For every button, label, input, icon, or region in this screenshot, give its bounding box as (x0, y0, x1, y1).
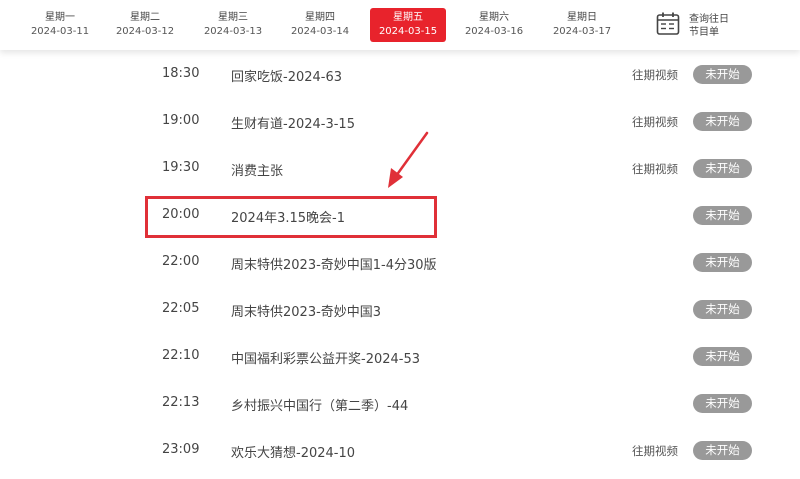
program-row: 19:00 生财有道-2024-3-15 往期视频 未开始 (0, 107, 800, 137)
tab-date-label: 2024-03-14 (290, 26, 350, 37)
replay-video-link[interactable]: 往期视频 (632, 443, 678, 459)
status-badge: 未开始 (693, 347, 752, 366)
program-time: 23:09 (162, 442, 200, 457)
program-time: 18:30 (162, 66, 200, 81)
program-time: 22:13 (162, 395, 200, 410)
program-row: 22:10 中国福利彩票公益开奖-2024-53 未开始 (0, 342, 800, 372)
tab-date-label: 2024-03-12 (115, 26, 175, 37)
status-badge: 未开始 (693, 394, 752, 413)
program-row: 19:30 消费主张 往期视频 未开始 (0, 154, 800, 184)
status-badge: 未开始 (693, 112, 752, 131)
program-title[interactable]: 周末特供2023-奇妙中国1-4分30版 (231, 254, 437, 273)
tab-tuesday[interactable]: 星期二 2024-03-12 (107, 8, 183, 42)
program-title[interactable]: 欢乐大猜想-2024-10 (231, 442, 355, 461)
tab-monday[interactable]: 星期一 2024-03-11 (22, 8, 98, 42)
tab-saturday[interactable]: 星期六 2024-03-16 (456, 8, 532, 42)
program-row: 22:05 周末特供2023-奇妙中国3 未开始 (0, 295, 800, 325)
tab-wednesday[interactable]: 星期三 2024-03-13 (195, 8, 271, 42)
status-badge: 未开始 (693, 65, 752, 84)
tab-thursday[interactable]: 星期四 2024-03-14 (282, 8, 358, 42)
program-time: 19:00 (162, 113, 200, 128)
calendar-link-line1: 查询往日 (689, 14, 729, 25)
tab-day-label: 星期三 (218, 12, 248, 23)
program-title[interactable]: 2024年3.15晚会-1 (231, 207, 345, 226)
status-badge: 未开始 (693, 441, 752, 460)
program-row: 20:00 2024年3.15晚会-1 未开始 (0, 201, 800, 231)
tab-date-label: 2024-03-13 (203, 26, 263, 37)
program-time: 19:30 (162, 160, 200, 175)
tab-friday[interactable]: 星期五 2024-03-15 (370, 8, 446, 42)
tab-day-label: 星期日 (567, 12, 597, 23)
calendar-link-line2: 节目单 (689, 27, 719, 38)
tab-date-label: 2024-03-17 (552, 26, 612, 37)
program-title[interactable]: 生财有道-2024-3-15 (231, 113, 355, 132)
replay-video-link[interactable]: 往期视频 (632, 161, 678, 177)
tab-day-label: 星期四 (305, 12, 335, 23)
program-row: 22:00 周末特供2023-奇妙中国1-4分30版 未开始 (0, 248, 800, 278)
tab-date-label: 2024-03-16 (464, 26, 524, 37)
program-row: 22:13 乡村振兴中国行（第二季）-44 未开始 (0, 389, 800, 419)
replay-video-link[interactable]: 往期视频 (632, 114, 678, 130)
program-time: 22:00 (162, 254, 200, 269)
week-tab-bar: 星期一 2024-03-11 星期二 2024-03-12 星期三 2024-0… (0, 0, 800, 50)
status-badge: 未开始 (693, 206, 752, 225)
tab-date-label: 2024-03-11 (30, 26, 90, 37)
program-row: 18:30 回家吃饭-2024-63 往期视频 未开始 (0, 60, 800, 90)
tab-sunday[interactable]: 星期日 2024-03-17 (544, 8, 620, 42)
program-row: 23:09 欢乐大猜想-2024-10 往期视频 未开始 (0, 436, 800, 466)
program-time: 20:00 (162, 207, 200, 222)
program-time: 22:10 (162, 348, 200, 363)
program-title[interactable]: 中国福利彩票公益开奖-2024-53 (231, 348, 420, 367)
tab-day-label: 星期二 (130, 12, 160, 23)
program-title[interactable]: 乡村振兴中国行（第二季）-44 (231, 395, 408, 414)
program-title[interactable]: 周末特供2023-奇妙中国3 (231, 301, 381, 320)
tab-day-label: 星期六 (479, 12, 509, 23)
query-past-schedule-link[interactable]: 查询往日 节目单 (656, 10, 756, 40)
program-title[interactable]: 消费主张 (231, 160, 283, 179)
program-title[interactable]: 回家吃饭-2024-63 (231, 66, 342, 85)
program-time: 22:05 (162, 301, 200, 316)
tab-date-label: 2024-03-15 (378, 26, 438, 37)
tab-day-label: 星期一 (45, 12, 75, 23)
status-badge: 未开始 (693, 253, 752, 272)
status-badge: 未开始 (693, 300, 752, 319)
calendar-icon (656, 12, 680, 35)
replay-video-link[interactable]: 往期视频 (632, 67, 678, 83)
tab-day-label: 星期五 (393, 12, 423, 23)
status-badge: 未开始 (693, 159, 752, 178)
